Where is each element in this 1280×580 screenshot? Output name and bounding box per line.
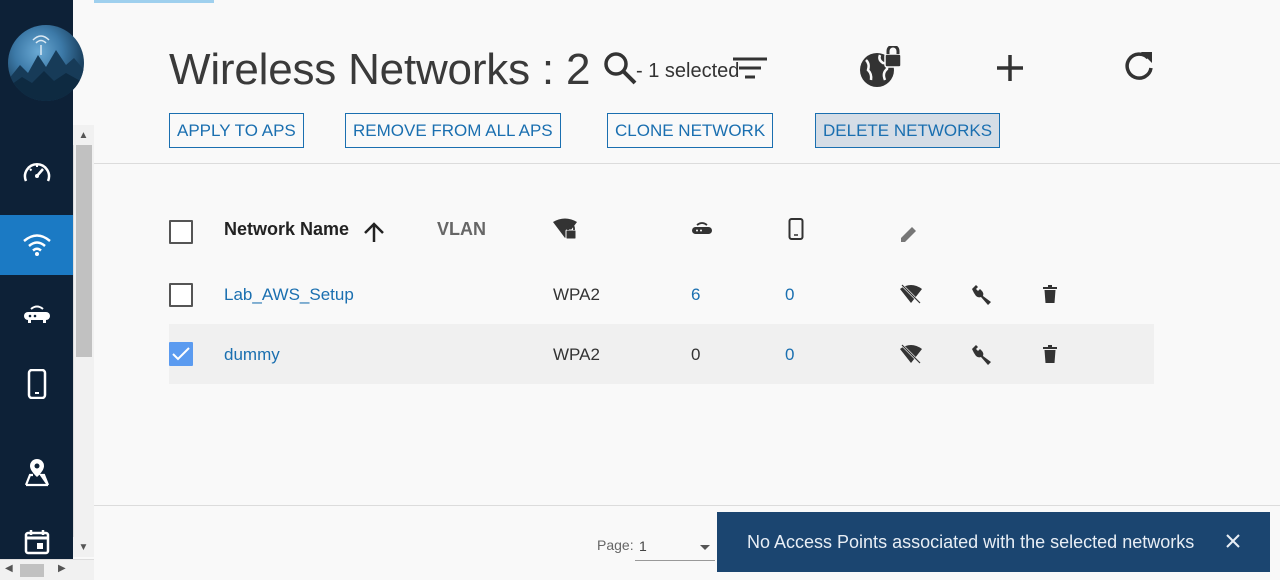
chevron-down-icon[interactable]: [700, 545, 710, 550]
wrench-icon[interactable]: [970, 344, 992, 371]
select-all-checkbox[interactable]: [169, 220, 193, 244]
selected-count: - 1 selected: [636, 60, 740, 82]
row-checkbox-checked[interactable]: [169, 342, 193, 366]
nav-dashboard[interactable]: [0, 142, 73, 202]
scroll-up-arrow-icon[interactable]: ▲: [73, 125, 94, 145]
wifi-off-icon[interactable]: [899, 344, 923, 369]
page-title: Wireless Networks : 2: [169, 45, 591, 94]
search-icon[interactable]: [603, 51, 639, 92]
sort-ascending-icon[interactable]: [363, 221, 385, 248]
horizontal-scrollbar[interactable]: ◀ ▶: [0, 559, 94, 580]
nav-access-points[interactable]: [0, 284, 73, 344]
column-header-network-name-label: Network Name: [224, 219, 350, 239]
close-icon[interactable]: [1224, 532, 1242, 555]
network-name-link[interactable]: dummy: [224, 345, 280, 365]
add-network-icon[interactable]: [994, 52, 1026, 89]
client-count-link[interactable]: 0: [785, 345, 794, 365]
wifi-lock-icon[interactable]: [553, 218, 577, 245]
delete-networks-button[interactable]: DELETE NETWORKS: [815, 113, 1001, 148]
filter-icon[interactable]: [733, 57, 767, 84]
toast-notification: No Access Points associated with the sel…: [717, 512, 1270, 572]
security-cell: WPA2: [553, 345, 600, 364]
footer-divider: [94, 505, 1280, 506]
wrench-icon[interactable]: [970, 284, 992, 311]
access-point-icon[interactable]: [691, 221, 713, 242]
refresh-icon[interactable]: [1122, 49, 1156, 88]
horizontal-scrollbar-thumb[interactable]: [20, 564, 44, 577]
nav-wireless[interactable]: [0, 215, 73, 275]
top-accent-bar: [94, 0, 214, 3]
table-row-selected[interactable]: [169, 324, 1154, 384]
trash-icon[interactable]: [1043, 285, 1057, 308]
remove-from-all-aps-button[interactable]: REMOVE FROM ALL APS: [345, 113, 561, 148]
scroll-left-arrow-icon[interactable]: ◀: [5, 563, 13, 574]
row-checkbox[interactable]: [169, 283, 193, 307]
edit-pencil-icon[interactable]: [900, 225, 918, 248]
header-divider: [94, 163, 1280, 164]
client-count-link[interactable]: 0: [785, 285, 794, 305]
clone-network-button[interactable]: CLONE NETWORK: [607, 113, 774, 148]
phone-icon: [27, 369, 46, 399]
calendar-icon: [24, 530, 49, 555]
speedometer-icon: [23, 163, 50, 182]
wifi-icon: [22, 234, 51, 256]
scroll-right-arrow-icon[interactable]: ▶: [58, 563, 66, 574]
network-name-link[interactable]: Lab_AWS_Setup: [224, 285, 354, 305]
sidebar-scrollbar-thumb[interactable]: [76, 145, 92, 357]
globe-lock-icon[interactable]: [858, 44, 904, 95]
ap-count-link[interactable]: 6: [691, 285, 700, 305]
toast-message: No Access Points associated with the sel…: [747, 531, 1195, 552]
trash-icon[interactable]: [1043, 345, 1057, 368]
page-label: Page:: [597, 537, 634, 553]
security-cell: WPA2: [553, 285, 600, 304]
client-device-icon[interactable]: [788, 218, 804, 245]
ap-count: 0: [691, 345, 701, 364]
column-header-network-name[interactable]: Network Name: [224, 219, 349, 240]
company-logo: [8, 25, 84, 101]
scroll-down-arrow-icon[interactable]: ▼: [73, 537, 94, 557]
wifi-off-icon[interactable]: [899, 284, 923, 309]
nav-clients[interactable]: [0, 354, 73, 414]
map-pin-icon: [24, 459, 49, 487]
nav-location[interactable]: [0, 442, 73, 502]
apply-to-aps-button[interactable]: APPLY TO APS: [169, 113, 304, 148]
column-header-vlan[interactable]: VLAN: [437, 219, 486, 240]
router-icon: [23, 305, 50, 323]
checkmark-icon: [172, 347, 190, 361]
